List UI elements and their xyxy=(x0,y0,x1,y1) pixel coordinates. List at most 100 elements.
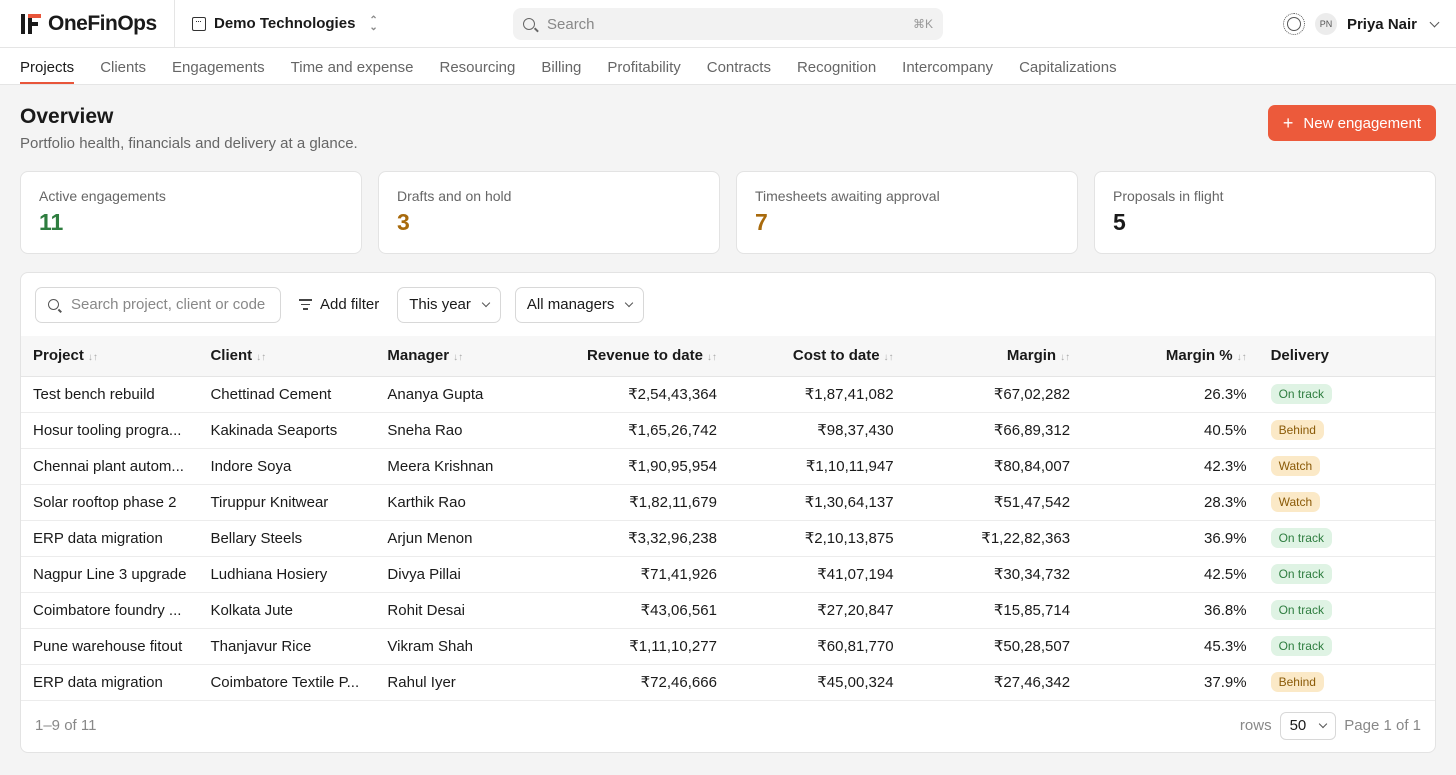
filter-bar: Search project, client or code Add filte… xyxy=(21,273,1435,336)
table-row[interactable]: Hosur tooling progra... Kakinada Seaports… xyxy=(21,412,1435,449)
chevron-down-icon xyxy=(1319,719,1328,729)
manager-select[interactable]: All managers xyxy=(514,286,645,323)
stat-card[interactable]: Active engagements 11 xyxy=(20,171,362,254)
column-header-cost-to-date[interactable]: Cost to date ↓↑ xyxy=(728,336,906,377)
table-cell: Test bench rebuild xyxy=(21,376,199,413)
avatar[interactable]: PN xyxy=(1314,13,1337,35)
table-cell: 45.3% xyxy=(1082,628,1259,665)
tab-projects[interactable]: Projects xyxy=(20,48,75,84)
rows-per-page-value: 50 xyxy=(1289,717,1307,734)
column-header-margin[interactable]: Margin ↓↑ xyxy=(905,336,1083,377)
stat-card[interactable]: Timesheets awaiting approval 7 xyxy=(736,171,1078,254)
user-name[interactable]: Priya Nair xyxy=(1347,16,1417,33)
stat-label: Proposals in flight xyxy=(1113,188,1224,204)
column-header-delivery[interactable]: Delivery xyxy=(1258,336,1435,377)
stat-label: Timesheets awaiting approval xyxy=(755,188,940,204)
theme-toggle-icon[interactable] xyxy=(1282,13,1305,35)
table-row[interactable]: Coimbatore foundry ... Kolkata Jute Rohit … xyxy=(21,592,1435,629)
tab-clients[interactable]: Clients xyxy=(100,48,146,84)
chevron-down-icon xyxy=(625,298,634,307)
status-badge: On track xyxy=(1270,564,1332,584)
sort-icon[interactable]: ↓↑ xyxy=(256,352,266,363)
table-cell: 37.9% xyxy=(1082,664,1259,701)
sort-icon[interactable]: ↓↑ xyxy=(707,352,717,363)
page-header: Overview Portfolio health, financials an… xyxy=(0,85,1456,171)
table-cell: ₹1,22,82,363 xyxy=(905,520,1083,557)
stat-cards: Active engagements 11 Drafts and on hold 3 T… xyxy=(0,171,1456,254)
tab-contracts[interactable]: Contracts xyxy=(707,48,771,84)
column-header-manager[interactable]: Manager ↓↑ xyxy=(375,336,553,377)
table-row[interactable]: ERP data migration Bellary Steels Arjun Me… xyxy=(21,520,1435,557)
status-badge: Watch xyxy=(1270,492,1321,512)
rows-label: rows xyxy=(1239,717,1272,734)
add-filter-button[interactable]: Add filter xyxy=(295,296,383,313)
table-row[interactable]: Test bench rebuild Chettinad Cement Ananya… xyxy=(21,376,1435,413)
period-select[interactable]: This year xyxy=(397,286,501,323)
table-row[interactable]: Chennai plant autom... Indore Soya Meera K… xyxy=(21,448,1435,485)
tab-engagements[interactable]: Engagements xyxy=(172,48,265,84)
projects-table: Project ↓↑ Client ↓↑ Manager ↓↑ Revenue to dat… xyxy=(21,336,1435,701)
table-search-input[interactable]: Search project, client or code xyxy=(35,286,281,323)
table-row[interactable]: Nagpur Line 3 upgrade Ludhiana Hosiery Div… xyxy=(21,556,1435,593)
column-header-client[interactable]: Client ↓↑ xyxy=(198,336,376,377)
stat-label: Active engagements xyxy=(39,188,166,204)
sort-icon[interactable]: ↓↑ xyxy=(1237,352,1247,363)
logo-mark-icon xyxy=(20,12,44,36)
table-cell: Divya Pillai xyxy=(375,556,553,593)
status-badge: On track xyxy=(1270,384,1332,404)
column-header-revenue-to-date[interactable]: Revenue to date ↓↑ xyxy=(552,336,729,377)
search-icon xyxy=(523,18,535,30)
table-cell: ERP data migration xyxy=(21,520,199,557)
column-header-label: Cost to date xyxy=(792,347,880,365)
sort-icon[interactable]: ↓↑ xyxy=(88,352,98,363)
delivery-cell: On track xyxy=(1258,556,1435,593)
sort-icon[interactable]: ↓↑ xyxy=(884,352,894,363)
status-badge: Watch xyxy=(1270,456,1321,476)
global-search[interactable]: Search ⌘K xyxy=(513,8,943,40)
delivery-cell: On track xyxy=(1258,628,1435,665)
new-engagement-button[interactable]: + New engagement xyxy=(1267,105,1436,141)
table-cell: 26.3% xyxy=(1082,376,1259,413)
table-cell: Nagpur Line 3 upgrade xyxy=(21,556,199,593)
tab-recognition[interactable]: Recognition xyxy=(797,48,876,84)
tab-billing[interactable]: Billing xyxy=(541,48,581,84)
table-cell: ₹1,82,11,679 xyxy=(552,484,729,521)
table-cell: 36.9% xyxy=(1082,520,1259,557)
table-cell: Hosur tooling progra... xyxy=(21,412,199,449)
stat-card[interactable]: Proposals in flight 5 xyxy=(1094,171,1436,254)
table-header-row: Project ↓↑ Client ↓↑ Manager ↓↑ Revenue to dat… xyxy=(21,336,1435,377)
table-cell: ₹80,84,007 xyxy=(905,448,1083,485)
table-cell: Meera Krishnan xyxy=(375,448,553,485)
table-cell: ERP data migration xyxy=(21,664,199,701)
column-header-margin[interactable]: Margin % ↓↑ xyxy=(1082,336,1259,377)
table-cell: Thanjavur Rice xyxy=(198,628,376,665)
table-cell: ₹15,85,714 xyxy=(905,592,1083,629)
table-footer: 1–9 of 11 rows 50 Page 1 of 1 xyxy=(21,699,1435,752)
row-range: 1–9 of 11 xyxy=(35,717,97,734)
tab-capitalizations[interactable]: Capitalizations xyxy=(1019,48,1117,84)
filter-icon xyxy=(299,299,312,310)
table-row[interactable]: Solar rooftop phase 2 Tiruppur Knitwear Ka… xyxy=(21,484,1435,521)
table-cell: ₹1,30,64,137 xyxy=(728,484,906,521)
column-header-project[interactable]: Project ↓↑ xyxy=(21,336,199,377)
delivery-cell: Watch xyxy=(1258,484,1435,521)
sort-icon[interactable]: ↓↑ xyxy=(1060,352,1070,363)
tab-resourcing[interactable]: Resourcing xyxy=(439,48,515,84)
stat-card[interactable]: Drafts and on hold 3 xyxy=(378,171,720,254)
org-switcher[interactable]: Demo Technologies ⌃ ⌄ xyxy=(175,15,378,32)
chevron-updown-icon: ⌃ ⌄ xyxy=(369,14,378,33)
period-select-value: This year xyxy=(409,296,471,313)
tab-profitability[interactable]: Profitability xyxy=(607,48,680,84)
table-body: Test bench rebuild Chettinad Cement Ananya… xyxy=(21,376,1435,701)
table-row[interactable]: ERP data migration Coimbatore Textile P..… xyxy=(21,664,1435,701)
tab-intercompany[interactable]: Intercompany xyxy=(902,48,993,84)
table-cell: Tiruppur Knitwear xyxy=(198,484,376,521)
column-header-label: Margin xyxy=(1006,347,1057,365)
table-row[interactable]: Pune warehouse fitout Thanjavur Rice Vikra… xyxy=(21,628,1435,665)
tab-time-and-expense[interactable]: Time and expense xyxy=(291,48,414,84)
table-cell: ₹67,02,282 xyxy=(905,376,1083,413)
rows-per-page-select[interactable]: 50 xyxy=(1279,711,1337,740)
brand-logo[interactable]: OneFinOps xyxy=(0,0,175,47)
chevron-down-icon[interactable] xyxy=(1429,17,1440,27)
sort-icon[interactable]: ↓↑ xyxy=(453,352,463,363)
